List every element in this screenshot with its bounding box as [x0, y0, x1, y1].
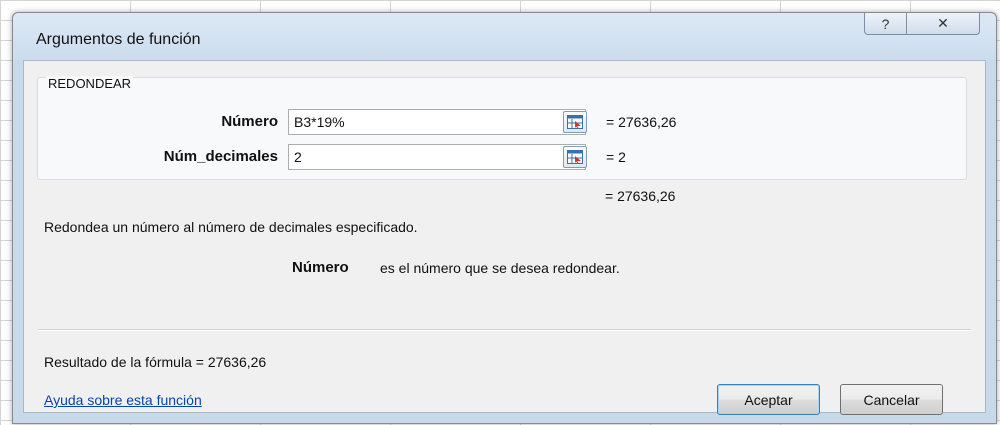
close-button[interactable]: ✕: [906, 13, 980, 35]
collapse-dialog-icon: [567, 115, 583, 129]
numero-input[interactable]: B3*19%: [288, 109, 586, 135]
num-decimales-input[interactable]: 2: [288, 144, 586, 170]
function-help-link[interactable]: Ayuda sobre esta función: [44, 392, 202, 408]
help-button[interactable]: ?: [864, 13, 907, 35]
function-arguments-dialog: Argumentos de función ? ✕ REDONDEAR Núme…: [12, 12, 997, 424]
function-result-preview: = 27636,26: [605, 188, 676, 204]
close-icon: ✕: [937, 15, 949, 31]
title-bar: Argumentos de función ? ✕: [13, 13, 996, 60]
function-group: REDONDEAR Número B3*19% = 27636,26 Núm_d…: [37, 76, 967, 180]
dialog-body: REDONDEAR Número B3*19% = 27636,26 Núm_d…: [23, 60, 986, 415]
cancel-button[interactable]: Cancelar: [840, 384, 943, 415]
separator: [38, 329, 971, 331]
arg-label-num-decimales: Núm_decimales: [163, 148, 278, 165]
help-icon: ?: [881, 15, 890, 32]
dialog-title: Argumentos de función: [36, 31, 201, 48]
num-decimales-evaluated: = 2: [606, 149, 626, 165]
numero-ref-button[interactable]: [563, 111, 587, 133]
numero-evaluated: = 27636,26: [606, 114, 677, 130]
arg-help-name: Número: [292, 259, 349, 276]
collapse-dialog-icon: [567, 150, 583, 164]
function-name: REDONDEAR: [46, 76, 134, 91]
function-description: Redondea un número al número de decimale…: [44, 219, 418, 235]
arg-help-text: es el número que se desea redondear.: [380, 260, 620, 276]
accept-button[interactable]: Aceptar: [717, 384, 820, 415]
arg-label-numero: Número: [221, 113, 278, 130]
num-decimales-ref-button[interactable]: [563, 146, 587, 168]
formula-result: Resultado de la fórmula = 27636,26: [44, 354, 267, 370]
